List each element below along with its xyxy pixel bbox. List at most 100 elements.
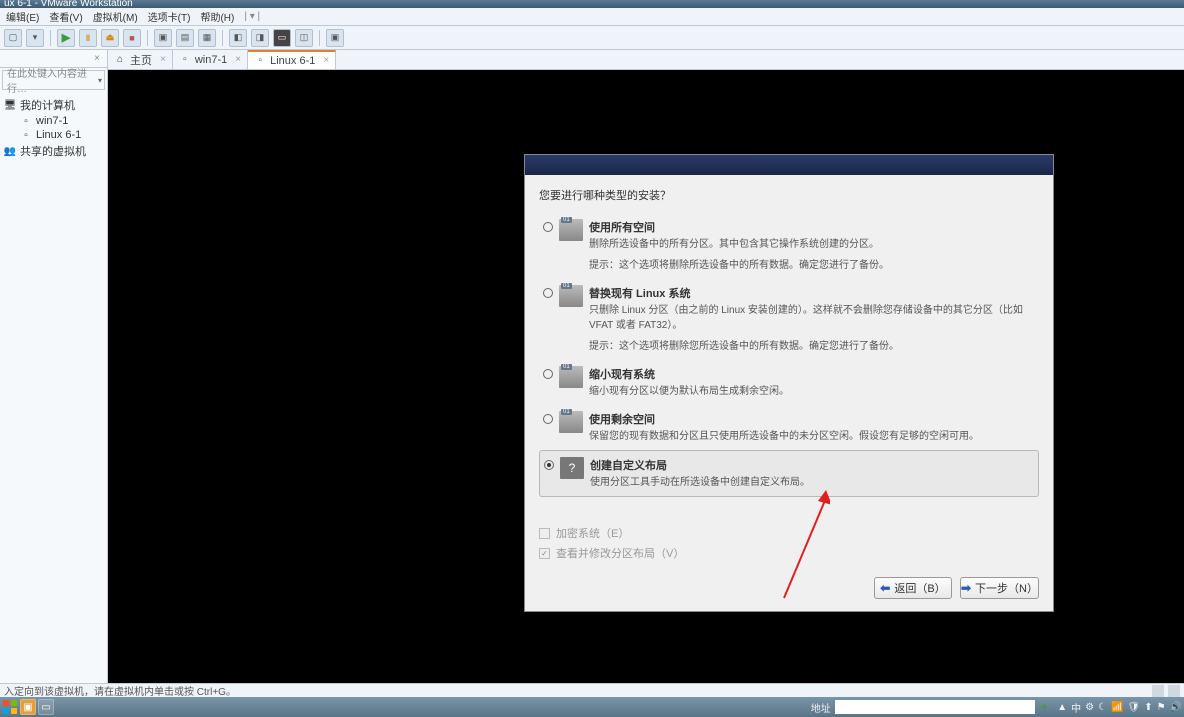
menu-help[interactable]: 帮助(H) xyxy=(200,9,234,24)
option-free-space[interactable]: 01 使用剩余空间 保留您的现有数据和分区且只使用所选设备中的未分区空闲。假设您… xyxy=(539,405,1039,450)
option-desc: 使用分区工具手动在所选设备中创建自定义布局。 xyxy=(590,475,1034,490)
disk-icon: 01 xyxy=(559,285,583,307)
next-button[interactable]: ➡ 下一步（N） xyxy=(960,577,1039,599)
tree-shared[interactable]: 👥 共享的虚拟机 xyxy=(2,142,105,160)
menu-file[interactable]: 编辑(E) xyxy=(6,9,39,24)
vm-icon: ▫ xyxy=(254,55,266,67)
option-desc: 保留您的现有数据和分区且只使用所选设备中的未分区空闲。假设您有足够的空闲可用。 xyxy=(589,429,1035,444)
vm-icon: ▫ xyxy=(20,129,32,141)
snapshot-button[interactable]: ▣ xyxy=(154,29,172,47)
option-use-all-space[interactable]: 01 使用所有空间 删除所选设备中的所有分区。其中包含其它操作系统创建的分区。 … xyxy=(539,213,1039,279)
tab-win7-label: win7-1 xyxy=(195,54,227,66)
status-bar: 入定向到该虚拟机，请在虚拟机内单击或按 Ctrl+G。 xyxy=(0,683,1184,697)
option-title: 使用剩余空间 xyxy=(589,411,1035,427)
tray-icon[interactable]: ⚙ xyxy=(1085,702,1094,713)
menu-view[interactable]: 查看(V) xyxy=(49,9,82,24)
tray-icon[interactable]: ▲ xyxy=(1057,702,1067,713)
play-button[interactable]: ▶ xyxy=(57,29,75,47)
tray-icon[interactable]: ☾ xyxy=(1098,702,1107,713)
shared-icon: 👥 xyxy=(4,145,16,157)
radio-icon[interactable] xyxy=(543,222,553,232)
custom-icon: ? xyxy=(560,457,584,479)
tab-home[interactable]: ⌂ 主页 × xyxy=(108,50,173,69)
system-tray: ▲ 中 ⚙ ☾ 📶 🛡 ⬆ ⚑ 🔊 xyxy=(1057,700,1182,715)
tree-shared-label: 共享的虚拟机 xyxy=(20,143,86,159)
radio-icon[interactable] xyxy=(543,414,553,424)
toolbar-dropdown[interactable]: ▾ xyxy=(26,29,44,47)
option-hint: 提示：这个选项将删除所选设备中的所有数据。确定您进行了备份。 xyxy=(589,258,1035,273)
vm-icon: ▫ xyxy=(179,54,191,66)
tray-shield-icon[interactable]: 🛡 xyxy=(1127,702,1140,713)
option-desc: 缩小现有分区以便为默认布局生成剩余空闲。 xyxy=(589,384,1035,399)
tray-volume-icon[interactable]: 🔊 xyxy=(1170,702,1182,713)
tab-linux[interactable]: ▫ Linux 6-1 × xyxy=(248,50,336,69)
pause-button[interactable]: ‖ xyxy=(79,29,97,47)
stop-button[interactable]: ■ xyxy=(123,29,141,47)
option-title: 缩小现有系统 xyxy=(589,366,1035,382)
vm-tree: 🖥 我的计算机 ▫ win7-1 ▫ Linux 6-1 👥 共享的虚拟机 xyxy=(0,92,107,164)
toolbar-btn-c[interactable]: ▣ xyxy=(326,29,344,47)
status-icon[interactable] xyxy=(1152,685,1164,697)
tab-close-icon[interactable]: × xyxy=(323,55,329,66)
radio-icon[interactable] xyxy=(544,460,554,470)
suspend-button[interactable]: ⏏ xyxy=(101,29,119,47)
toolbar: ▢ ▾ ▶ ‖ ⏏ ■ ▣ ▤ ▦ ◧ ◨ ▭ ◫ ▣ xyxy=(0,26,1184,50)
start-button[interactable] xyxy=(2,699,18,715)
option-custom-layout[interactable]: ? 创建自定义布局 使用分区工具手动在所选设备中创建自定义布局。 xyxy=(539,450,1039,497)
tab-home-label: 主页 xyxy=(130,52,152,68)
tray-icon[interactable]: ⬆ xyxy=(1144,702,1152,713)
menu-tabs[interactable]: 选项卡(T) xyxy=(148,9,191,24)
search-dropdown-icon[interactable]: ▾ xyxy=(98,76,102,85)
tree-item-label: win7-1 xyxy=(36,115,68,127)
fullscreen-button[interactable]: ▭ xyxy=(273,29,291,47)
library-sidebar: × 在此处键入内容进行… ▾ 🖥 我的计算机 ▫ win7-1 ▫ Linux … xyxy=(0,50,108,683)
window-titlebar: ux 6-1 - VMware Workstation xyxy=(0,0,1184,8)
tray-network-icon[interactable]: 📶 xyxy=(1111,702,1123,713)
home-icon: ⌂ xyxy=(114,54,126,66)
tab-win7[interactable]: ▫ win7-1 × xyxy=(173,50,248,69)
option-shrink[interactable]: 01 缩小现有系统 缩小现有分区以便为默认布局生成剩余空闲。 xyxy=(539,360,1039,405)
tree-item-linux[interactable]: ▫ Linux 6-1 xyxy=(2,128,105,142)
status-icon[interactable] xyxy=(1168,685,1180,697)
tab-close-icon[interactable]: × xyxy=(235,54,241,65)
search-input[interactable]: 在此处键入内容进行… ▾ xyxy=(2,70,105,90)
toolbar-btn-1[interactable]: ▢ xyxy=(4,29,22,47)
radio-icon[interactable] xyxy=(543,369,553,379)
radio-icon[interactable] xyxy=(543,288,553,298)
tree-root[interactable]: 🖥 我的计算机 xyxy=(2,96,105,114)
back-button-label: 返回（B） xyxy=(894,580,945,596)
address-label: 地址 xyxy=(811,700,831,715)
tray-ime-icon[interactable]: 中 xyxy=(1071,700,1081,715)
vm-icon: ▫ xyxy=(20,115,32,127)
back-button[interactable]: ⬅ 返回（B） xyxy=(874,577,952,599)
menu-vm[interactable]: 虚拟机(M) xyxy=(93,9,138,24)
unity-button[interactable]: ◫ xyxy=(295,29,313,47)
snapshot-mgr-button[interactable]: ▤ xyxy=(176,29,194,47)
tab-bar: ⌂ 主页 × ▫ win7-1 × ▫ Linux 6-1 × xyxy=(108,50,1184,70)
screenshot-button[interactable]: ▦ xyxy=(198,29,216,47)
os-taskbar: ▣ ▭ 地址 ➜ ▲ 中 ⚙ ☾ 📶 🛡 ⬆ ⚑ 🔊 xyxy=(0,697,1184,717)
taskbar-app-1[interactable]: ▣ xyxy=(20,699,36,715)
checkbox-icon xyxy=(539,528,550,539)
address-input[interactable] xyxy=(835,700,1035,714)
status-hint: 入定向到该虚拟机，请在虚拟机内单击或按 Ctrl+G。 xyxy=(4,683,236,698)
next-button-label: 下一步（N） xyxy=(975,580,1038,596)
option-title: 替换现有 Linux 系统 xyxy=(589,285,1035,301)
toolbar-btn-a[interactable]: ◧ xyxy=(229,29,247,47)
search-placeholder: 在此处键入内容进行… xyxy=(7,65,104,95)
vm-display[interactable]: ⌂ 主页 × ▫ win7-1 × ▫ Linux 6-1 × 您要进行哪种类型… xyxy=(108,50,1184,683)
tree-root-label: 我的计算机 xyxy=(20,97,75,113)
taskbar-app-2[interactable]: ▭ xyxy=(38,699,54,715)
option-replace-linux[interactable]: 01 替换现有 Linux 系统 只删除 Linux 分区（由之前的 Linux… xyxy=(539,279,1039,360)
arrow-left-icon: ⬅ xyxy=(880,581,890,595)
option-desc: 只删除 Linux 分区（由之前的 Linux 安装创建的）。这样就不会删除您存… xyxy=(589,303,1035,333)
encrypt-label: 加密系统（E） xyxy=(556,525,629,541)
review-label: 查看并修改分区布局（V） xyxy=(556,545,684,561)
tab-close-icon[interactable]: × xyxy=(160,54,166,65)
toolbar-btn-b[interactable]: ◨ xyxy=(251,29,269,47)
installer-prompt: 您要进行哪种类型的安装？ xyxy=(539,187,1039,203)
tray-flag-icon[interactable]: ⚑ xyxy=(1157,702,1166,713)
encrypt-checkbox-row: 加密系统（E） xyxy=(539,525,1039,541)
address-go-icon[interactable]: ➜ xyxy=(1039,702,1047,713)
tree-item-win7[interactable]: ▫ win7-1 xyxy=(2,114,105,128)
